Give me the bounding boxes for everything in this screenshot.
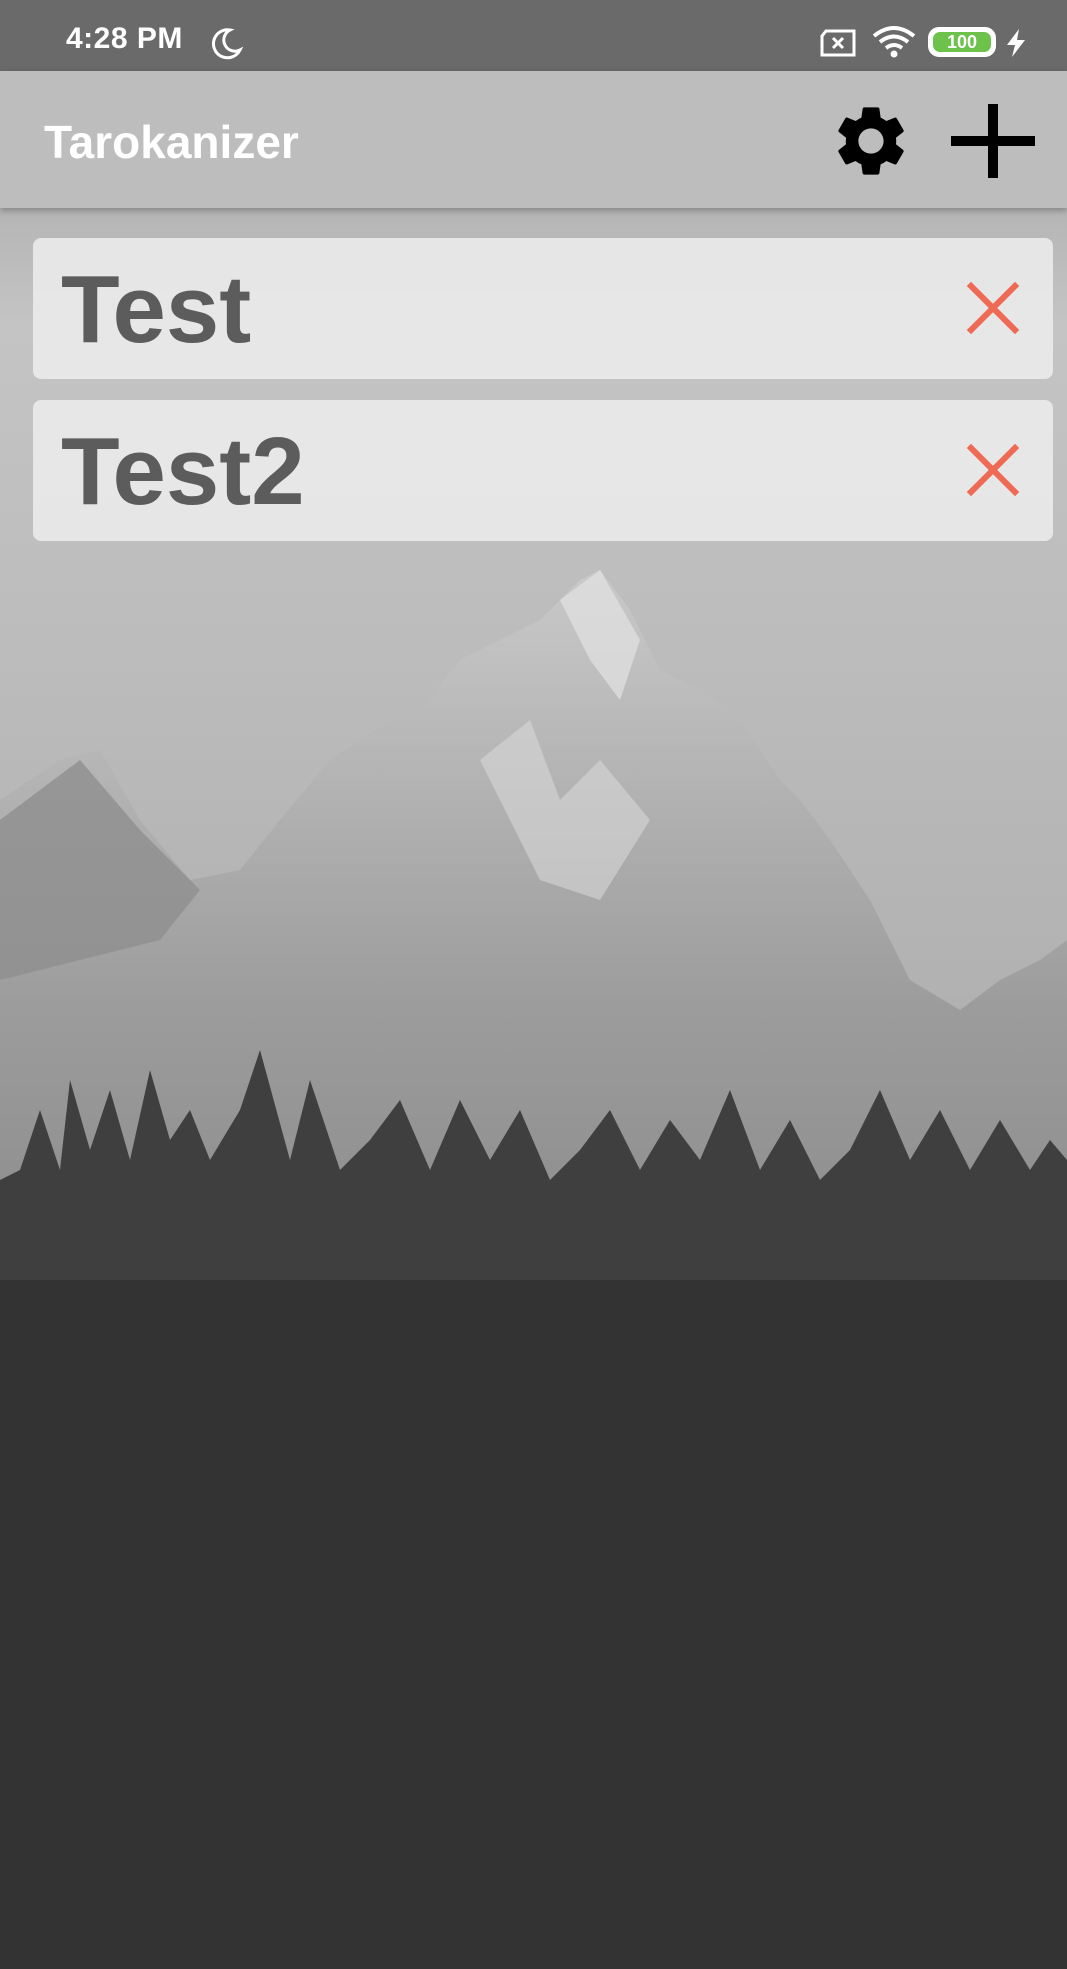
sim-off-icon: [820, 29, 856, 57]
close-icon: [966, 443, 1020, 497]
delete-button[interactable]: [963, 278, 1023, 338]
wifi-icon: [872, 26, 916, 58]
list-item-title: Test2: [61, 418, 305, 525]
plus-icon: [951, 104, 1035, 178]
status-time: 4:28 PM: [66, 22, 183, 55]
app-bar: Tarokanizer: [0, 71, 1067, 208]
add-button[interactable]: [948, 99, 1038, 183]
charging-bolt-icon: [1007, 29, 1025, 57]
close-icon: [966, 281, 1020, 335]
status-bar: 4:28 PM 100: [0, 0, 1067, 71]
settings-button[interactable]: [826, 99, 916, 183]
battery-level: 100: [933, 32, 991, 52]
item-list: Test Test2: [33, 238, 1053, 562]
moon-icon: [211, 28, 244, 60]
list-item-title: Test: [61, 256, 252, 363]
gear-icon: [838, 107, 904, 175]
app-title: Tarokanizer: [44, 116, 299, 168]
list-item[interactable]: Test: [33, 238, 1053, 379]
battery-icon: 100: [928, 27, 996, 57]
delete-button[interactable]: [963, 440, 1023, 500]
list-item[interactable]: Test2: [33, 400, 1053, 541]
